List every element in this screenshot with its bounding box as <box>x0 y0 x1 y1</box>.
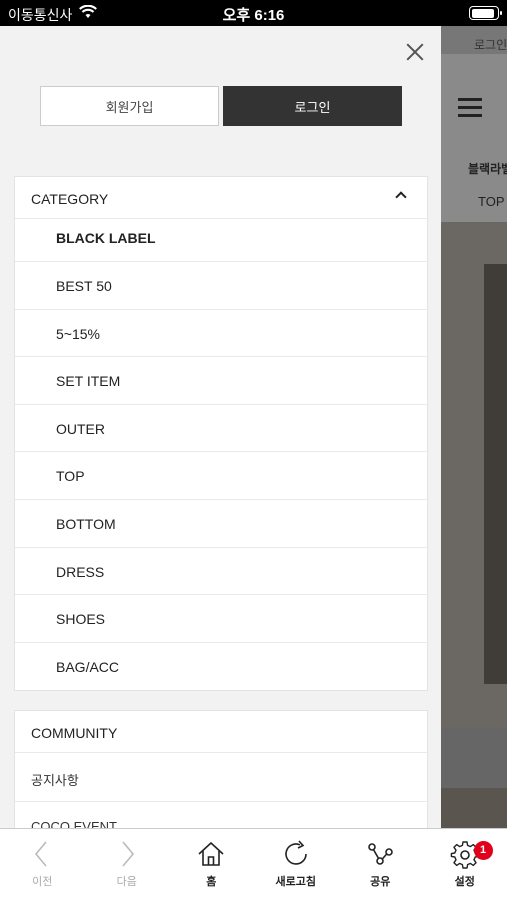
category-item-shoes[interactable]: SHOES <box>15 595 427 643</box>
background-band-lower <box>441 788 507 828</box>
category-item-bottom[interactable]: BOTTOM <box>15 500 427 548</box>
community-item-label: COCO EVENT <box>31 819 117 828</box>
category-item-top[interactable]: TOP <box>15 452 427 500</box>
auth-buttons: 회원가입 로그인 <box>40 86 402 126</box>
community-header[interactable]: COMMUNITY <box>15 711 427 753</box>
home-button[interactable]: 홈 <box>169 829 254 900</box>
join-button[interactable]: 회원가입 <box>40 86 219 126</box>
refresh-icon <box>281 839 311 869</box>
back-button[interactable]: 이전 <box>0 829 85 900</box>
category-item-label: BLACK LABEL <box>56 230 156 246</box>
login-button[interactable]: 로그인 <box>223 86 402 126</box>
background-page[interactable]: 로그인 블랙라벨 TOP <box>441 26 507 828</box>
category-item-set-item[interactable]: SET ITEM <box>15 357 427 405</box>
home-label: 홈 <box>206 876 217 888</box>
category-item-best-50[interactable]: BEST 50 <box>15 262 427 310</box>
background-band <box>441 728 507 788</box>
notification-badge: 1 <box>473 841 493 860</box>
back-label: 이전 <box>32 876 53 888</box>
hamburger-menu-icon <box>458 98 482 122</box>
community-panel: COMMUNITY 공지사항 COCO EVENT <box>14 710 428 828</box>
settings-label: 설정 <box>454 876 475 888</box>
background-brand-label: 블랙라벨 <box>468 162 507 176</box>
community-item-label: 공지사항 <box>31 773 79 788</box>
home-icon <box>196 839 226 869</box>
category-item-black-label[interactable]: BLACK LABEL <box>15 219 427 262</box>
category-item-outer[interactable]: OUTER <box>15 405 427 453</box>
category-item-label: BOTTOM <box>56 515 116 532</box>
close-icon[interactable] <box>403 40 427 64</box>
share-label: 공유 <box>370 876 391 888</box>
category-panel: CATEGORY BLACK LABEL BEST 50 5~15% SET I… <box>14 176 428 691</box>
background-product-image-detail <box>484 264 507 684</box>
forward-label: 다음 <box>116 876 137 888</box>
category-header[interactable]: CATEGORY <box>15 177 427 219</box>
category-item-label: 5~15% <box>56 325 100 342</box>
category-item-label: SET ITEM <box>56 373 121 390</box>
category-item-label: BEST 50 <box>56 278 112 294</box>
clock: 오후 6:16 <box>222 7 285 24</box>
category-item-label: BAG/ACC <box>56 658 120 675</box>
category-title: CATEGORY <box>31 191 109 207</box>
refresh-button[interactable]: 새로고침 <box>254 829 339 900</box>
forward-button[interactable]: 다음 <box>85 829 170 900</box>
category-item-label: SHOES <box>56 611 106 628</box>
share-button[interactable]: 공유 <box>338 829 423 900</box>
category-item-bag-acc[interactable]: BAG/ACC <box>15 643 427 691</box>
background-tab-label: TOP <box>478 194 505 209</box>
community-item-coco-event[interactable]: COCO EVENT <box>15 802 427 828</box>
background-login-link: 로그인 <box>474 38 507 52</box>
refresh-label: 새로고침 <box>275 876 316 888</box>
status-bar: 이동통신사 오후 6:16 <box>0 0 507 26</box>
chevron-right-icon <box>112 839 142 869</box>
battery-icon <box>469 6 502 20</box>
category-item-5-15[interactable]: 5~15% <box>15 310 427 358</box>
settings-button[interactable]: 1 설정 <box>423 829 507 900</box>
share-icon <box>365 839 395 869</box>
category-item-dress[interactable]: DRESS <box>15 548 427 596</box>
chevron-left-icon <box>27 839 57 869</box>
bottom-toolbar: 이전 다음 홈 새로고침 공유 1 설정 <box>0 828 507 900</box>
category-item-label: DRESS <box>56 563 105 580</box>
category-item-label: TOP <box>56 468 85 485</box>
category-item-label: OUTER <box>56 420 105 437</box>
side-drawer: 회원가입 로그인 CATEGORY BLACK LABEL BEST 50 5~… <box>0 26 441 828</box>
chevron-up-icon[interactable] <box>395 191 407 203</box>
background-header <box>441 54 507 250</box>
community-item-notice[interactable]: 공지사항 <box>15 753 427 802</box>
community-title: COMMUNITY <box>31 725 118 741</box>
